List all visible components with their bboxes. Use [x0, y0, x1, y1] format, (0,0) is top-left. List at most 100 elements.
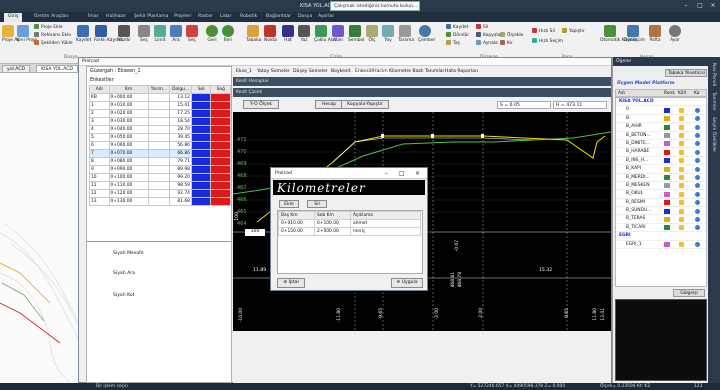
fill-cell[interactable]: 98.59 — [169, 181, 192, 190]
tab-raster[interactable]: Raster — [198, 14, 213, 19]
layer-item[interactable]: B_RESMI — [616, 199, 706, 208]
fill-cell[interactable]: 28.70 — [169, 125, 192, 134]
km-cell[interactable]: 0+020.00 — [108, 109, 149, 118]
layer-color-swatch[interactable] — [664, 141, 670, 147]
dialog-close-icon[interactable]: × — [415, 170, 420, 177]
km-cell[interactable]: 0+120.00 — [108, 189, 149, 198]
table-row[interactable]: 7 0+070.00 66.86 — [89, 149, 231, 158]
half-width-cell[interactable] — [147, 117, 171, 126]
symbol-button[interactable]: Sembol — [348, 25, 364, 43]
left-color-cell[interactable] — [190, 109, 212, 118]
fill-cell[interactable]: 79.71 — [169, 157, 192, 166]
dialog-minimize-icon[interactable]: – — [385, 170, 388, 177]
quick-delete-button[interactable]: Hızlı Sil — [532, 28, 555, 34]
col-km[interactable]: Km — [108, 85, 149, 94]
layer-button[interactable]: Tabaka — [246, 25, 261, 43]
table-row[interactable]: 0+010.00 0+100.00 ahmet — [278, 219, 421, 228]
lock-icon[interactable] — [679, 191, 684, 197]
layer-color-swatch[interactable] — [664, 191, 670, 197]
lock-icon[interactable] — [679, 141, 684, 147]
description-cell[interactable]: meriç — [350, 227, 421, 236]
fill-cell[interactable]: 17.25 — [169, 109, 192, 118]
km-cell[interactable]: 0+060.00 — [108, 141, 149, 150]
fill-cell[interactable]: 89.98 — [169, 165, 192, 174]
visibility-icon[interactable] — [695, 133, 700, 139]
layer-item[interactable]: 0 — [616, 106, 706, 115]
subtab-ekse[interactable]: Ekse_1 — [236, 69, 252, 74]
visibility-icon[interactable] — [695, 116, 700, 122]
right-color-cell[interactable] — [210, 125, 231, 134]
left-color-cell[interactable] — [190, 197, 212, 206]
layer-item[interactable]: B_HARABE — [616, 148, 706, 157]
layer-item[interactable]: B_SUNDU... — [616, 207, 706, 216]
layer-item[interactable]: B_OKUL — [616, 190, 706, 199]
left-color-cell[interactable] — [190, 101, 212, 110]
fill-cell[interactable]: 18.54 — [169, 117, 192, 126]
half-width-cell[interactable] — [147, 101, 171, 110]
start-km-cell[interactable]: 0+150.00 — [278, 227, 315, 236]
layer-color-swatch[interactable] — [664, 200, 670, 206]
layer-item[interactable]: B_MESKEN — [616, 182, 706, 191]
undo-button[interactable]: Geri — [206, 25, 218, 43]
left-color-cell[interactable] — [190, 173, 212, 182]
name-cell[interactable]: 8 — [89, 157, 110, 166]
polygon-button[interactable]: Çoklu Alan — [314, 25, 337, 43]
lock-icon[interactable] — [679, 166, 684, 172]
col-sag[interactable]: Sağ — [210, 85, 231, 94]
layer-item[interactable]: KISA YOL.ACD — [616, 98, 706, 107]
layer-item[interactable]: B_KAPI — [616, 165, 706, 174]
table-row[interactable]: 13 0+130.00 81.68 — [89, 197, 231, 206]
layer-color-swatch[interactable] — [664, 225, 670, 231]
fill-cell[interactable]: 66.86 — [169, 149, 192, 158]
measure-button[interactable]: Ölç — [366, 25, 378, 43]
left-color-cell[interactable] — [190, 157, 212, 166]
lock-icon[interactable] — [679, 175, 684, 181]
table-row[interactable]: 0+150.00 2+000.00 meriç — [278, 227, 421, 236]
visibility-icon[interactable] — [695, 200, 700, 206]
left-color-cell[interactable] — [190, 165, 212, 174]
new-project-button[interactable]: Yeni Proje — [16, 25, 37, 43]
km-cell[interactable]: 0+130.00 — [108, 197, 149, 206]
half-width-cell[interactable] — [147, 109, 171, 118]
lock-icon[interactable] — [679, 116, 684, 122]
layer-color-swatch[interactable] — [664, 158, 670, 164]
table-row[interactable]: 9 0+090.00 89.98 — [89, 165, 231, 174]
table-row[interactable]: 11 0+110.00 98.59 — [89, 181, 231, 190]
visibility-icon[interactable] — [695, 107, 700, 113]
layer-color-swatch[interactable] — [664, 183, 670, 189]
open-project-button[interactable]: Proje Aç — [2, 25, 20, 43]
km-cell[interactable]: 0+110.00 — [108, 181, 149, 190]
km-cell[interactable]: 0+030.00 — [108, 117, 149, 126]
line-button[interactable]: Hat — [282, 25, 294, 43]
mirror-button[interactable]: Aynala — [476, 40, 498, 46]
visibility-icon[interactable] — [695, 191, 700, 197]
lock-icon[interactable] — [679, 200, 684, 206]
table-row[interactable]: 4 0+040.00 28.70 — [89, 125, 231, 134]
sheet-button[interactable]: Pafta — [648, 25, 662, 43]
subtab-hata[interactable]: Hata Raporları — [445, 69, 478, 74]
delete-button[interactable]: Sil — [476, 24, 488, 30]
doc-tab-kisa-yol[interactable]: KISA YOL.ACD — [36, 65, 78, 73]
table-row[interactable]: 5 0+050.00 39.45 — [89, 133, 231, 142]
search-button[interactable]: Ara — [170, 25, 182, 43]
apply-button[interactable]: ⊛ Uygula — [391, 278, 423, 288]
paste-button[interactable]: Yapıştır — [562, 28, 585, 34]
name-cell[interactable]: 12 — [89, 189, 110, 198]
half-width-cell[interactable] — [147, 197, 171, 206]
visibility-icon[interactable] — [695, 141, 700, 147]
table-row[interactable]: 10 0+100.00 99.20 — [89, 173, 231, 182]
shade-button[interactable]: Gölgeişi — [673, 289, 705, 297]
visibility-icon[interactable] — [695, 183, 700, 189]
rotate-button[interactable]: Döndür — [446, 32, 469, 38]
lock-icon[interactable] — [679, 208, 684, 214]
redo-button[interactable]: İleri — [222, 25, 234, 43]
save2-button[interactable]: Kaydet — [446, 24, 468, 30]
lock-icon[interactable] — [679, 183, 684, 189]
left-color-cell[interactable] — [190, 189, 212, 198]
right-color-cell[interactable] — [210, 101, 231, 110]
visibility-icon[interactable] — [695, 175, 700, 181]
lock-icon[interactable] — [679, 107, 684, 113]
circle-button[interactable]: Çember — [418, 25, 435, 43]
layer-item[interactable]: B_TICARI — [616, 224, 706, 233]
visibility-icon[interactable] — [695, 124, 700, 130]
